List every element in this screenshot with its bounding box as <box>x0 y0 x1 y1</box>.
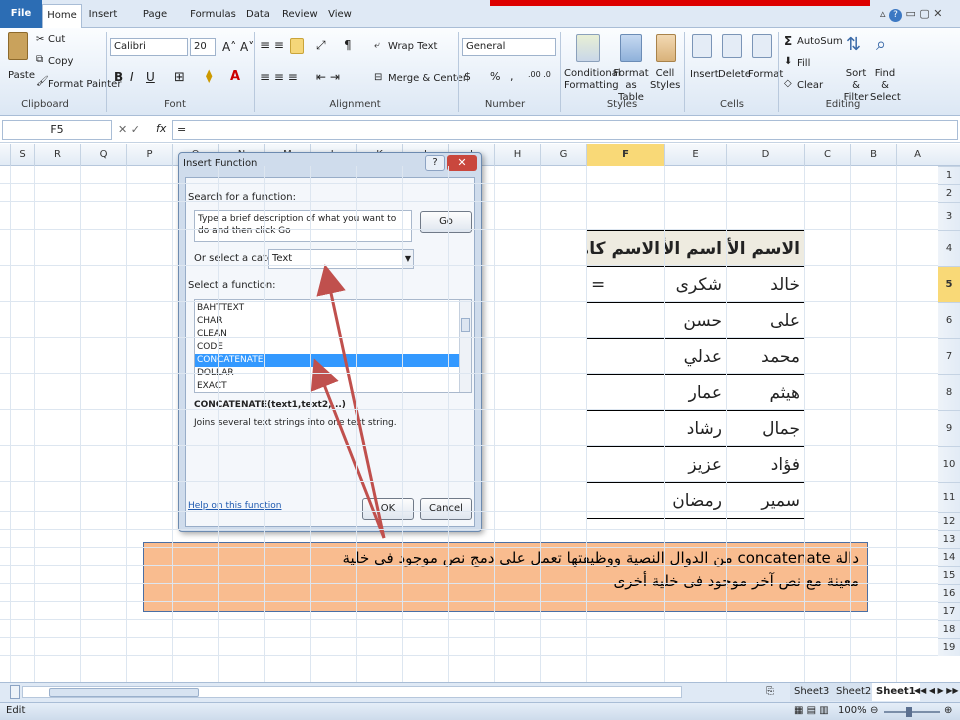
row-header[interactable]: 9 <box>938 410 960 446</box>
gridline <box>0 601 938 602</box>
sheet-nav-icons[interactable]: ◀◀ ◀ ▶ ▶▶ <box>914 686 959 695</box>
zoom-slider[interactable] <box>884 711 940 713</box>
row-header[interactable]: 1 <box>938 166 960 184</box>
sheet-tab-bar: ⎘ Sheet3 Sheet2 Sheet1 ◀◀ ◀ ▶ ▶▶ <box>0 682 960 702</box>
gridline <box>0 583 938 584</box>
gridline <box>0 565 938 566</box>
arrow-to-category <box>316 264 386 539</box>
gridline <box>0 547 938 548</box>
gridline <box>356 166 357 682</box>
gridline <box>0 655 938 656</box>
zoom-in-icon[interactable]: ⊕ <box>944 705 952 716</box>
gridline <box>540 166 541 682</box>
row-header[interactable]: 11 <box>938 482 960 512</box>
gridline <box>218 166 219 682</box>
row-header[interactable]: 15 <box>938 566 960 584</box>
row-header[interactable]: 8 <box>938 374 960 410</box>
row-header[interactable]: 12 <box>938 512 960 530</box>
gridline <box>0 229 938 230</box>
gridline <box>264 166 265 682</box>
row-header[interactable]: 3 <box>938 202 960 230</box>
gridline <box>726 166 727 682</box>
zoom-level: 100% <box>838 705 867 716</box>
gridline <box>10 166 11 682</box>
row-header[interactable]: 17 <box>938 602 960 620</box>
callout-line-1: دالة concatenate من الدوال النصية ووظيفت… <box>342 549 859 567</box>
row-header[interactable]: 2 <box>938 184 960 202</box>
row-header[interactable]: 10 <box>938 446 960 482</box>
gridline <box>0 619 938 620</box>
gridline <box>0 481 938 482</box>
gridline <box>0 373 938 374</box>
gridline <box>0 183 938 184</box>
row-header[interactable]: 13 <box>938 530 960 548</box>
status-bar: Edit ▦ ▤ ▥ 100% ⊖ ⊕ <box>0 702 960 720</box>
gridline <box>664 166 665 682</box>
gridline <box>0 445 938 446</box>
row-header[interactable]: 6 <box>938 302 960 338</box>
gridline <box>0 265 938 266</box>
gridline <box>0 529 938 530</box>
gridline <box>0 201 938 202</box>
gridline <box>0 637 938 638</box>
gridline <box>448 166 449 682</box>
row-header[interactable]: 4 <box>938 230 960 266</box>
row-header[interactable]: 18 <box>938 620 960 638</box>
row-header[interactable]: 5 <box>938 266 960 302</box>
gridline <box>586 166 587 682</box>
gridline <box>0 409 938 410</box>
gridline <box>0 511 938 512</box>
gridline <box>896 166 897 682</box>
gridline <box>172 166 173 682</box>
gridline <box>0 337 938 338</box>
sheet-tab-2[interactable]: Sheet2 <box>832 683 876 701</box>
row-header[interactable]: 19 <box>938 638 960 656</box>
scrollbar-thumb[interactable] <box>49 688 199 697</box>
gridline <box>34 166 35 682</box>
gridline <box>126 166 127 682</box>
zoom-out-icon[interactable]: ⊖ <box>870 705 878 716</box>
sheet-tab-3[interactable]: Sheet3 <box>790 683 834 701</box>
zoom-slider-thumb[interactable] <box>906 707 912 717</box>
annotation-arrows <box>310 264 386 539</box>
horizontal-scrollbar[interactable] <box>22 686 682 698</box>
view-buttons[interactable]: ▦ ▤ ▥ <box>794 705 829 716</box>
gridline <box>804 166 805 682</box>
gridline <box>310 166 311 682</box>
row-header[interactable]: 14 <box>938 548 960 566</box>
callout-line-2: معينة مع نص آخر موجود فى خلية أخرى <box>613 572 859 590</box>
mode-indicator: Edit <box>6 705 26 716</box>
sheet-tab-1[interactable]: Sheet1 <box>872 683 920 701</box>
gridline <box>850 166 851 682</box>
gridline <box>402 166 403 682</box>
row-header[interactable]: 7 <box>938 338 960 374</box>
new-sheet-icon[interactable]: ⎘ <box>766 686 774 697</box>
row-header[interactable]: 16 <box>938 584 960 602</box>
gridline <box>80 166 81 682</box>
gridline <box>494 166 495 682</box>
scroll-left-button[interactable] <box>10 685 20 699</box>
gridline <box>0 301 938 302</box>
